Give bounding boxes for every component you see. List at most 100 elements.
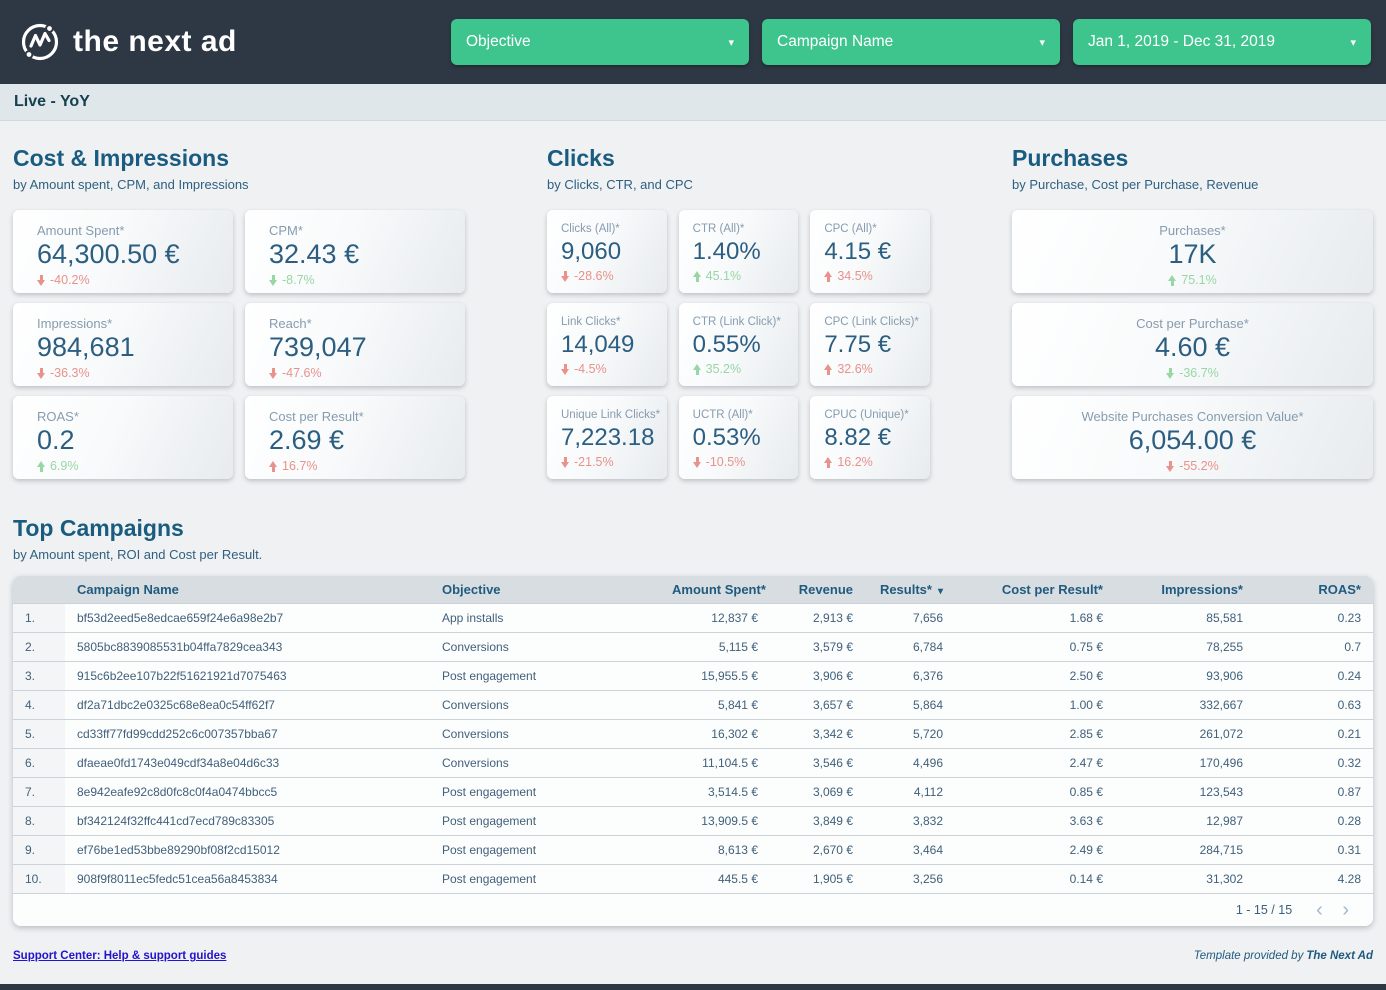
kpi-card: Website Purchases Conversion Value*6,054… [1012,396,1373,479]
the-next-ad-logo-icon [18,20,62,64]
cell-index: 9. [13,835,65,864]
kpi-label: UCTR (All)* [693,409,793,421]
kpi-label: CPUC (Unique)* [824,409,924,421]
kpi-card: CPUC (Unique)*8.82 €16.2% [810,396,930,479]
column-header-revenue[interactable]: Revenue [770,576,865,603]
kpi-label: Amount Spent* [37,223,221,238]
kpi-delta: 16.2% [824,455,924,469]
kpi-card: CTR (Link Click)*0.55%35.2% [679,303,799,386]
cell-amount_spent: 12,837 € [660,603,770,632]
arrow-down-icon [1166,461,1175,472]
cell-results: 3,464 [865,835,955,864]
cell-index: 3. [13,661,65,690]
arrow-down-icon [561,457,570,468]
report-tab-live-yoy[interactable]: Live - YoY [14,93,90,111]
kpi-value: 9,060 [561,238,661,266]
cell-results: 7,656 [865,603,955,632]
cell-campaign: cd33ff77fd99cdd252c6c007357bba67 [65,719,430,748]
campaign-row: 9.ef76be1ed53bbe89290bf08f2cd15012Post e… [13,835,1373,864]
cell-cost_per_result: 0.85 € [955,777,1115,806]
kpi-value: 0.55% [693,331,793,359]
arrow-down-icon [269,368,278,379]
kpi-value: 2.69 € [269,425,453,456]
cell-results: 6,376 [865,661,955,690]
kpi-card: Reach*739,047-47.6% [245,303,465,386]
campaign-row: 10.908f9f8011ec5fedc51cea56a8453834Post … [13,864,1373,893]
cell-impressions: 78,255 [1115,632,1255,661]
cell-revenue: 1,905 € [770,864,865,893]
section-purchases: Purchases by Purchase, Cost per Purchase… [1012,145,1373,479]
cell-objective: Conversions [430,690,660,719]
cell-results: 5,720 [865,719,955,748]
kpi-value: 4.15 € [824,238,924,266]
kpi-label: Reach* [269,316,453,331]
campaign-name-filter-dropdown[interactable]: Campaign Name ▾ [762,19,1060,65]
template-attribution: Template provided byThe Next Ad [1194,950,1373,962]
kpi-card: CPC (All)*4.15 €34.5% [810,210,930,293]
cell-cost_per_result: 3.63 € [955,806,1115,835]
arrow-up-icon [693,271,702,282]
kpi-delta-text: 16.2% [837,455,872,469]
chevron-down-icon: ▾ [728,36,734,49]
campaign-row: 3.915c6b2ee107b22f51621921d7075463Post e… [13,661,1373,690]
kpi-value: 17K [1024,239,1361,270]
cell-index: 8. [13,806,65,835]
cell-cost_per_result: 2.85 € [955,719,1115,748]
pagination-prev-button[interactable]: ‹ [1308,900,1331,920]
cell-objective: App installs [430,603,660,632]
kpi-card-grid: Amount Spent*64,300.50 €-40.2%CPM*32.43 … [13,210,465,479]
cell-index: 7. [13,777,65,806]
kpi-delta: -21.5% [561,455,661,469]
column-header-campaign[interactable]: Campaign Name [65,576,430,603]
cell-revenue: 3,849 € [770,806,865,835]
kpi-card: CTR (All)*1.40%45.1% [679,210,799,293]
kpi-label: CTR (All)* [693,223,793,235]
top-campaigns-table: Campaign NameObjectiveAmount Spent*Reven… [13,576,1373,893]
cell-roas: 0.24 [1255,661,1373,690]
cell-results: 3,256 [865,864,955,893]
pagination-range: 1 - 15 / 15 [1236,903,1292,917]
kpi-delta: 45.1% [693,269,793,283]
support-center-link[interactable]: Support Center: Help & support guides [13,950,226,962]
cell-objective: Post engagement [430,864,660,893]
pagination-next-button[interactable]: › [1334,900,1357,920]
table-pagination: 1 - 15 / 15 ‹ › [13,893,1373,926]
kpi-card: CPC (Link Clicks)*7.75 €32.6% [810,303,930,386]
arrow-up-icon [824,457,833,468]
cell-amount_spent: 8,613 € [660,835,770,864]
arrow-down-icon [1166,368,1175,379]
section-clicks: Clicks by Clicks, CTR, and CPC Clicks (A… [547,145,930,479]
kpi-label: CTR (Link Click)* [693,316,793,328]
kpi-value: 4.60 € [1024,332,1361,363]
campaign-row: 2.5805bc8839085531b04ffa7829cea343Conver… [13,632,1373,661]
column-header-cost_per_result[interactable]: Cost per Result* [955,576,1115,603]
kpi-delta-text: -36.3% [50,366,90,380]
kpi-delta-text: 45.1% [706,269,741,283]
cell-amount_spent: 16,302 € [660,719,770,748]
cell-results: 4,496 [865,748,955,777]
column-header-impressions[interactable]: Impressions* [1115,576,1255,603]
column-header-objective[interactable]: Objective [430,576,660,603]
column-header-roas[interactable]: ROAS* [1255,576,1373,603]
kpi-label: CPC (Link Clicks)* [824,316,924,328]
arrow-down-icon [269,275,278,286]
cell-cost_per_result: 0.14 € [955,864,1115,893]
cell-impressions: 261,072 [1115,719,1255,748]
cell-amount_spent: 445.5 € [660,864,770,893]
report-body: Cost & Impressions by Amount spent, CPM,… [0,145,1386,926]
cell-revenue: 3,579 € [770,632,865,661]
section-title: Cost & Impressions [13,145,465,172]
cell-campaign: df2a71dbc2e0325c68e8ea0c54ff62f7 [65,690,430,719]
date-range-filter-dropdown[interactable]: Jan 1, 2019 - Dec 31, 2019 ▾ [1073,19,1371,65]
column-header-results[interactable]: Results*▾ [865,576,955,603]
date-range-filter-label: Jan 1, 2019 - Dec 31, 2019 [1088,33,1275,51]
cell-roas: 0.87 [1255,777,1373,806]
objective-filter-dropdown[interactable]: Objective ▾ [451,19,749,65]
cell-roas: 0.31 [1255,835,1373,864]
column-header-amount_spent[interactable]: Amount Spent* [660,576,770,603]
column-header-index[interactable] [13,576,65,603]
kpi-delta: -36.3% [37,366,221,380]
campaign-row: 7.8e942eafe92c8d0fc8c0f4a0474bbcc5Post e… [13,777,1373,806]
kpi-label: Unique Link Clicks* [561,409,661,421]
kpi-delta: 32.6% [824,362,924,376]
